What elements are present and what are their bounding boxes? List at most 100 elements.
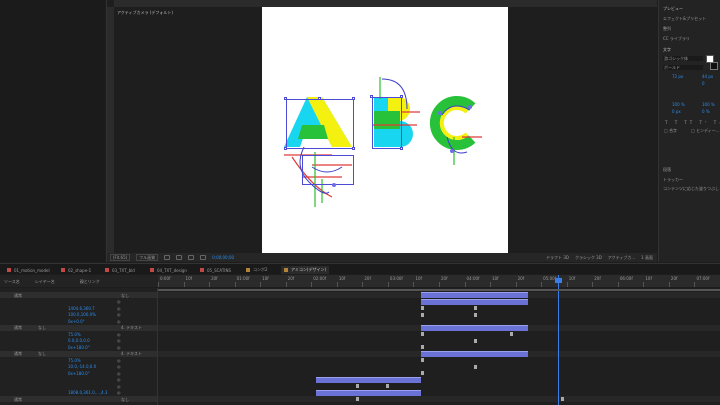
keyframe[interactable]: [474, 306, 477, 310]
text-style-buttons[interactable]: T T TT Tᵀ T₁: [665, 120, 720, 125]
tab-comp2[interactable]: コンポ2: [243, 266, 271, 274]
font-family-select[interactable]: 游ゴシック体: [663, 56, 703, 61]
track-row[interactable]: [158, 390, 720, 396]
parent-link-select[interactable]: 4. テキスト: [121, 351, 142, 356]
track-row[interactable]: [158, 338, 720, 344]
zoom-dropdown[interactable]: (Fit.65): [110, 254, 131, 261]
align-item[interactable]: 整列: [663, 26, 671, 31]
property-row[interactable]: 75.0% ◎: [0, 357, 157, 363]
track-row[interactable]: [158, 305, 720, 311]
transform-handle[interactable]: [400, 147, 403, 150]
keyframe[interactable]: [474, 338, 477, 343]
link-icon[interactable]: ◎: [117, 377, 121, 382]
keyframe[interactable]: [421, 371, 424, 375]
link-icon[interactable]: ◎: [117, 390, 121, 395]
property-row[interactable]: 1404.6,360.7 ◎: [0, 305, 157, 311]
layer-row[interactable]: 通常 なし 4. テキスト: [0, 324, 157, 331]
property-row[interactable]: 0x+0.0° ◎: [0, 318, 157, 324]
link-icon[interactable]: ◎: [117, 358, 121, 363]
path-vertex[interactable]: [332, 183, 336, 187]
tab-05-scatins[interactable]: 05_SCATINS: [197, 266, 234, 274]
vertical-scale-value[interactable]: 100 %: [672, 102, 685, 107]
keyframe[interactable]: [356, 384, 359, 388]
layer-mode[interactable]: 通常: [14, 325, 22, 330]
keyframe[interactable]: [474, 312, 477, 317]
link-icon[interactable]: ◎: [117, 306, 121, 311]
link-icon[interactable]: ◎: [117, 319, 121, 324]
layer-mode[interactable]: 通常: [14, 351, 22, 356]
font-size-value[interactable]: 72 px: [672, 74, 683, 79]
mask-visibility-icon[interactable]: [188, 255, 195, 260]
tracking-value[interactable]: 0: [702, 81, 705, 86]
path-vertex[interactable]: [468, 105, 472, 109]
playhead-handle[interactable]: [555, 278, 562, 283]
horizontal-scale-value[interactable]: 100 %: [702, 102, 715, 107]
track-row[interactable]: [158, 357, 720, 363]
renderer-dropdown[interactable]: クラシック 3D: [575, 255, 602, 260]
path-vertex[interactable]: [450, 149, 454, 153]
layer-row[interactable]: 通常 なし: [0, 396, 157, 402]
region-of-interest-icon[interactable]: [164, 255, 171, 260]
keyframe[interactable]: [421, 332, 424, 336]
keyframe[interactable]: [386, 384, 389, 388]
timeline-track-area[interactable]: [158, 288, 720, 405]
property-value[interactable]: 1808.0,361.0,...,4.3: [68, 390, 107, 395]
tab-01-motion-model[interactable]: 01_motion_model: [4, 266, 53, 274]
stroke-color-swatch[interactable]: [710, 62, 718, 70]
track-row[interactable]: [158, 383, 720, 389]
link-icon[interactable]: ◎: [117, 338, 121, 343]
cc-libraries-item[interactable]: CC ライブラリ: [663, 36, 690, 41]
transform-handle[interactable]: [352, 97, 355, 100]
property-value[interactable]: 0x+180.0°: [68, 345, 90, 350]
parent-link-select[interactable]: なし: [121, 397, 129, 402]
property-value[interactable]: 0x+0.0°: [68, 319, 85, 324]
layer-duration-bar[interactable]: [421, 324, 528, 331]
link-icon[interactable]: ◎: [117, 371, 121, 376]
property-value[interactable]: 10.0,-14.0,0.0: [68, 364, 96, 369]
tab-02-shape[interactable]: 02_shape-1: [58, 266, 94, 274]
effects-presets-item[interactable]: エフェクト&プリセット: [663, 16, 706, 21]
tsume-value[interactable]: 0 %: [702, 109, 710, 114]
timecode-display[interactable]: 0;00;00;00: [212, 255, 234, 260]
track-matte-select[interactable]: なし: [38, 325, 46, 330]
camera-snapshot-icon[interactable]: [200, 255, 207, 260]
track-row[interactable]: [158, 344, 720, 350]
layer-mode[interactable]: 通常: [14, 293, 22, 298]
keyframe[interactable]: [421, 306, 424, 310]
link-icon[interactable]: ◎: [117, 364, 121, 369]
layer-duration-bar[interactable]: [421, 350, 528, 357]
transform-handle[interactable]: [370, 95, 373, 98]
link-icon[interactable]: ◎: [117, 384, 121, 389]
layer-duration-bar[interactable]: [316, 389, 421, 396]
tab-active-comp[interactable]: アミコン(デザイン): [281, 266, 330, 274]
font-style-select[interactable]: ボールド: [663, 65, 703, 70]
layer-duration-bar[interactable]: [316, 376, 421, 383]
camera-dropdown[interactable]: アクティブカ...: [608, 255, 635, 260]
resolution-dropdown[interactable]: フル画質: [136, 254, 159, 261]
selection-box-path[interactable]: [302, 155, 354, 185]
composition-canvas[interactable]: [262, 7, 508, 253]
timeline-ruler[interactable]: 0:00f 10f 20f 01:00f 10f 20f 02:00f 10f 20f 03:00…: [158, 275, 720, 287]
track-row[interactable]: [158, 370, 720, 376]
transform-handle[interactable]: [400, 95, 403, 98]
work-area-bar[interactable]: [158, 289, 720, 291]
link-icon[interactable]: ◎: [117, 299, 121, 304]
property-value[interactable]: 0.0,0.0,0.0: [68, 338, 90, 343]
track-row[interactable]: [158, 331, 720, 337]
track-row[interactable]: [158, 312, 720, 318]
keyframe[interactable]: [356, 397, 359, 401]
preview-panel-title[interactable]: プレビュー: [663, 6, 683, 11]
column-parent-link[interactable]: 親とリンク: [80, 279, 100, 284]
baseline-shift-value[interactable]: 0 px: [672, 109, 681, 114]
property-value[interactable]: 1404.6,360.7: [68, 306, 95, 311]
selection-box-b[interactable]: [372, 97, 402, 149]
transform-handle[interactable]: [284, 147, 287, 150]
view-layout-dropdown[interactable]: 1 画面: [641, 255, 653, 260]
keyframe[interactable]: [421, 312, 424, 317]
column-source-name[interactable]: ソース名: [4, 279, 20, 284]
property-row[interactable]: 0x+180.0° ◎: [0, 344, 157, 350]
link-icon[interactable]: ◎: [117, 332, 121, 337]
keyframe[interactable]: [561, 397, 564, 401]
transform-handle[interactable]: [318, 97, 321, 100]
track-row[interactable]: [158, 396, 720, 402]
